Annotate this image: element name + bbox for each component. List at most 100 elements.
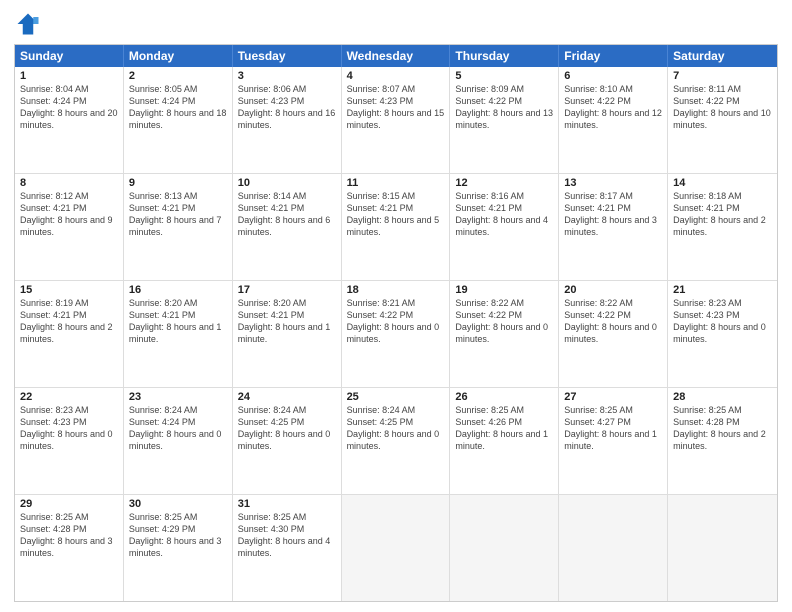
day-number: 5 [455,70,553,82]
day-number: 21 [673,284,772,296]
day-number: 18 [347,284,445,296]
cell-info: Sunrise: 8:23 AMSunset: 4:23 PMDaylight:… [20,404,118,453]
cell-info: Sunrise: 8:25 AMSunset: 4:27 PMDaylight:… [564,404,662,453]
day-number: 8 [20,177,118,189]
calendar-row-4: 22Sunrise: 8:23 AMSunset: 4:23 PMDayligh… [15,387,777,494]
cell-info: Sunrise: 8:09 AMSunset: 4:22 PMDaylight:… [455,83,553,132]
cell-info: Sunrise: 8:20 AMSunset: 4:21 PMDaylight:… [238,297,336,346]
day-number: 25 [347,391,445,403]
day-number: 14 [673,177,772,189]
weekday-header-saturday: Saturday [668,45,777,67]
cell-info: Sunrise: 8:04 AMSunset: 4:24 PMDaylight:… [20,83,118,132]
day-cell-27: 27Sunrise: 8:25 AMSunset: 4:27 PMDayligh… [559,388,668,494]
day-cell-16: 16Sunrise: 8:20 AMSunset: 4:21 PMDayligh… [124,281,233,387]
calendar-row-1: 1Sunrise: 8:04 AMSunset: 4:24 PMDaylight… [15,67,777,173]
cell-info: Sunrise: 8:16 AMSunset: 4:21 PMDaylight:… [455,190,553,239]
day-number: 12 [455,177,553,189]
logo [14,10,46,38]
weekday-header-monday: Monday [124,45,233,67]
day-number: 23 [129,391,227,403]
day-cell-20: 20Sunrise: 8:22 AMSunset: 4:22 PMDayligh… [559,281,668,387]
day-cell-29: 29Sunrise: 8:25 AMSunset: 4:28 PMDayligh… [15,495,124,601]
day-cell-14: 14Sunrise: 8:18 AMSunset: 4:21 PMDayligh… [668,174,777,280]
day-cell-6: 6Sunrise: 8:10 AMSunset: 4:22 PMDaylight… [559,67,668,173]
day-cell-13: 13Sunrise: 8:17 AMSunset: 4:21 PMDayligh… [559,174,668,280]
weekday-header-friday: Friday [559,45,668,67]
cell-info: Sunrise: 8:17 AMSunset: 4:21 PMDaylight:… [564,190,662,239]
cell-info: Sunrise: 8:15 AMSunset: 4:21 PMDaylight:… [347,190,445,239]
day-cell-24: 24Sunrise: 8:24 AMSunset: 4:25 PMDayligh… [233,388,342,494]
empty-cell [342,495,451,601]
day-cell-25: 25Sunrise: 8:24 AMSunset: 4:25 PMDayligh… [342,388,451,494]
calendar-body: 1Sunrise: 8:04 AMSunset: 4:24 PMDaylight… [15,67,777,601]
day-cell-31: 31Sunrise: 8:25 AMSunset: 4:30 PMDayligh… [233,495,342,601]
cell-info: Sunrise: 8:21 AMSunset: 4:22 PMDaylight:… [347,297,445,346]
day-cell-1: 1Sunrise: 8:04 AMSunset: 4:24 PMDaylight… [15,67,124,173]
weekday-header-wednesday: Wednesday [342,45,451,67]
day-number: 20 [564,284,662,296]
calendar-row-2: 8Sunrise: 8:12 AMSunset: 4:21 PMDaylight… [15,173,777,280]
cell-info: Sunrise: 8:25 AMSunset: 4:28 PMDaylight:… [673,404,772,453]
empty-cell [559,495,668,601]
cell-info: Sunrise: 8:19 AMSunset: 4:21 PMDaylight:… [20,297,118,346]
cell-info: Sunrise: 8:12 AMSunset: 4:21 PMDaylight:… [20,190,118,239]
cell-info: Sunrise: 8:13 AMSunset: 4:21 PMDaylight:… [129,190,227,239]
day-cell-12: 12Sunrise: 8:16 AMSunset: 4:21 PMDayligh… [450,174,559,280]
day-cell-22: 22Sunrise: 8:23 AMSunset: 4:23 PMDayligh… [15,388,124,494]
day-cell-30: 30Sunrise: 8:25 AMSunset: 4:29 PMDayligh… [124,495,233,601]
cell-info: Sunrise: 8:22 AMSunset: 4:22 PMDaylight:… [455,297,553,346]
day-number: 9 [129,177,227,189]
empty-cell [668,495,777,601]
day-number: 6 [564,70,662,82]
day-number: 24 [238,391,336,403]
page: SundayMondayTuesdayWednesdayThursdayFrid… [0,0,792,612]
day-number: 29 [20,498,118,510]
day-cell-18: 18Sunrise: 8:21 AMSunset: 4:22 PMDayligh… [342,281,451,387]
day-cell-17: 17Sunrise: 8:20 AMSunset: 4:21 PMDayligh… [233,281,342,387]
day-cell-4: 4Sunrise: 8:07 AMSunset: 4:23 PMDaylight… [342,67,451,173]
day-cell-5: 5Sunrise: 8:09 AMSunset: 4:22 PMDaylight… [450,67,559,173]
day-cell-9: 9Sunrise: 8:13 AMSunset: 4:21 PMDaylight… [124,174,233,280]
day-number: 22 [20,391,118,403]
day-number: 31 [238,498,336,510]
day-number: 1 [20,70,118,82]
day-number: 7 [673,70,772,82]
cell-info: Sunrise: 8:11 AMSunset: 4:22 PMDaylight:… [673,83,772,132]
cell-info: Sunrise: 8:24 AMSunset: 4:25 PMDaylight:… [238,404,336,453]
day-cell-8: 8Sunrise: 8:12 AMSunset: 4:21 PMDaylight… [15,174,124,280]
cell-info: Sunrise: 8:20 AMSunset: 4:21 PMDaylight:… [129,297,227,346]
day-number: 3 [238,70,336,82]
day-number: 28 [673,391,772,403]
cell-info: Sunrise: 8:06 AMSunset: 4:23 PMDaylight:… [238,83,336,132]
day-cell-10: 10Sunrise: 8:14 AMSunset: 4:21 PMDayligh… [233,174,342,280]
calendar-header-row: SundayMondayTuesdayWednesdayThursdayFrid… [15,45,777,67]
empty-cell [450,495,559,601]
day-cell-2: 2Sunrise: 8:05 AMSunset: 4:24 PMDaylight… [124,67,233,173]
weekday-header-thursday: Thursday [450,45,559,67]
day-number: 13 [564,177,662,189]
day-cell-19: 19Sunrise: 8:22 AMSunset: 4:22 PMDayligh… [450,281,559,387]
day-number: 17 [238,284,336,296]
cell-info: Sunrise: 8:22 AMSunset: 4:22 PMDaylight:… [564,297,662,346]
day-number: 16 [129,284,227,296]
calendar: SundayMondayTuesdayWednesdayThursdayFrid… [14,44,778,602]
day-cell-7: 7Sunrise: 8:11 AMSunset: 4:22 PMDaylight… [668,67,777,173]
cell-info: Sunrise: 8:18 AMSunset: 4:21 PMDaylight:… [673,190,772,239]
cell-info: Sunrise: 8:25 AMSunset: 4:29 PMDaylight:… [129,511,227,560]
cell-info: Sunrise: 8:07 AMSunset: 4:23 PMDaylight:… [347,83,445,132]
calendar-row-5: 29Sunrise: 8:25 AMSunset: 4:28 PMDayligh… [15,494,777,601]
day-number: 30 [129,498,227,510]
logo-icon [14,10,42,38]
day-number: 15 [20,284,118,296]
cell-info: Sunrise: 8:23 AMSunset: 4:23 PMDaylight:… [673,297,772,346]
day-number: 19 [455,284,553,296]
day-cell-21: 21Sunrise: 8:23 AMSunset: 4:23 PMDayligh… [668,281,777,387]
weekday-header-sunday: Sunday [15,45,124,67]
cell-info: Sunrise: 8:24 AMSunset: 4:24 PMDaylight:… [129,404,227,453]
day-number: 2 [129,70,227,82]
cell-info: Sunrise: 8:24 AMSunset: 4:25 PMDaylight:… [347,404,445,453]
day-number: 11 [347,177,445,189]
cell-info: Sunrise: 8:05 AMSunset: 4:24 PMDaylight:… [129,83,227,132]
day-cell-28: 28Sunrise: 8:25 AMSunset: 4:28 PMDayligh… [668,388,777,494]
weekday-header-tuesday: Tuesday [233,45,342,67]
